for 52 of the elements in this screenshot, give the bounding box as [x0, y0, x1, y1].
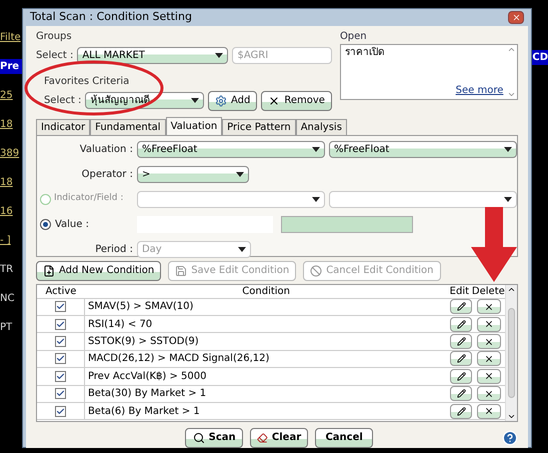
- condition-button[interactable]: Add New Condition: [36, 260, 162, 280]
- group-select[interactable]: ALL MARKET: [77, 46, 228, 64]
- open-label: Open: [340, 30, 368, 44]
- footer-button[interactable]: Scan: [185, 428, 244, 448]
- table-cell-text: Beta(6) By Market > 1: [86, 404, 201, 419]
- indicator-label: Indicator/Field :: [54, 192, 124, 206]
- window-title: Total Scan : Condition Setting: [30, 9, 192, 25]
- table-cell-text: SMAV(5) > SMAV(10): [86, 300, 194, 314]
- background-text: 389: [0, 147, 20, 161]
- see-more-link[interactable]: See more: [456, 82, 504, 98]
- column-header: Active: [44, 284, 78, 298]
- background-text: PT: [0, 321, 14, 335]
- background-text: 16: [0, 205, 14, 219]
- background-text: 18: [0, 118, 14, 132]
- tab[interactable]: Analysis: [296, 118, 347, 134]
- valuation-select[interactable]: %FreeFloat: [328, 140, 517, 158]
- operator-label: Operator :: [80, 168, 134, 182]
- column-header: Delete: [471, 284, 506, 298]
- value-label: Value :: [54, 218, 89, 232]
- background-text: CD: [532, 50, 548, 65]
- footer-button[interactable]: Clear: [250, 428, 308, 448]
- background-text: 25: [0, 89, 14, 103]
- select-label: Select :: [44, 94, 82, 108]
- add-button[interactable]: Add: [208, 90, 258, 110]
- valuation-label: Valuation :: [78, 142, 134, 156]
- background-text: TR: [0, 263, 14, 277]
- table-cell-text: MACD(26,12) > MACD Signal(26,12): [86, 352, 270, 366]
- tab[interactable]: Indicator: [36, 118, 90, 134]
- table-cell-text: SSTOK(9) > SSTOD(9): [86, 335, 200, 350]
- remove-button[interactable]: Remove: [261, 90, 332, 110]
- tab[interactable]: Valuation: [166, 116, 222, 134]
- period-label: Period :: [94, 242, 134, 256]
- table-cell-text: RSI(14) < 70: [86, 318, 154, 332]
- groups-label: Groups: [36, 30, 73, 44]
- table-cell-text: Prev AccVal(K฿) > 5000: [86, 370, 208, 384]
- favorites-label: Favorites Criteria: [44, 74, 130, 88]
- operator-select[interactable]: >: [136, 166, 249, 182]
- table-cell-text: Beta(30) By Market > 1: [86, 387, 208, 402]
- column-header: Edit: [448, 284, 470, 298]
- footer-button[interactable]: Cancel: [315, 428, 374, 448]
- tab[interactable]: Price Pattern: [222, 118, 296, 134]
- favorites-select[interactable]: หุ้นสัญญาณดี: [85, 92, 204, 109]
- background-text: NC: [0, 292, 16, 306]
- column-header: Condition: [241, 284, 292, 298]
- open-text-area[interactable]: ราคาเปิด See more: [340, 44, 518, 100]
- select-label: Select :: [36, 48, 74, 62]
- background-text: - ]: [0, 234, 12, 248]
- background-text: Pre: [0, 59, 22, 74]
- background-text: 18: [0, 176, 14, 190]
- valuation-select[interactable]: %FreeFloat: [136, 140, 325, 158]
- background-text: Filte: [0, 31, 22, 45]
- tab[interactable]: Fundamental: [90, 118, 166, 134]
